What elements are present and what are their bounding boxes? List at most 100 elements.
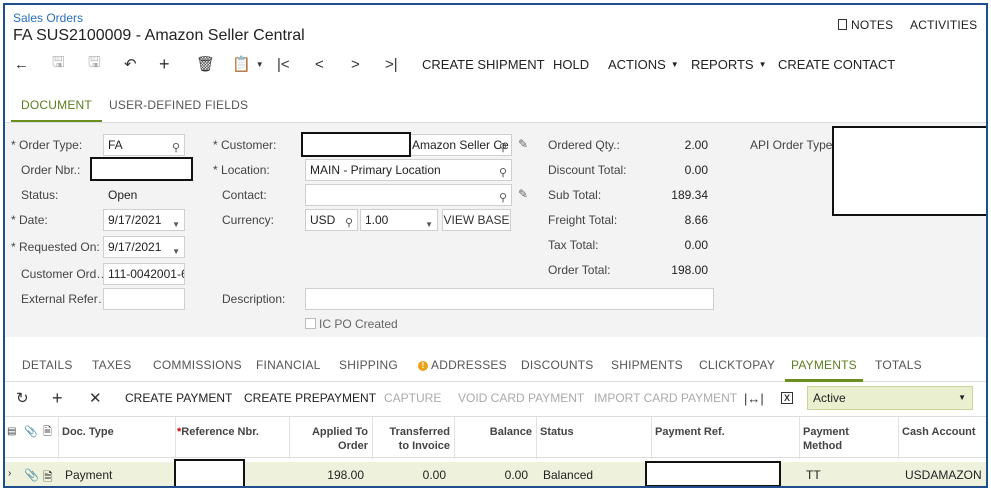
add-icon[interactable]: + xyxy=(159,51,170,77)
breadcrumb[interactable]: Sales Orders xyxy=(13,11,83,25)
row-selector-icon[interactable]: ▤ xyxy=(7,425,16,439)
cell-applied-to-order[interactable]: 198.00 xyxy=(293,468,364,482)
cell-payment-method[interactable]: TT xyxy=(806,468,821,482)
copy-paste-icon[interactable]: 📋 ▼ xyxy=(232,51,264,77)
add-row-icon[interactable]: + xyxy=(52,385,63,411)
ic-po-created-checkbox[interactable] xyxy=(305,318,316,329)
import-card-payment-button[interactable]: IMPORT CARD PAYMENT xyxy=(594,385,737,411)
order-nbr-label: Order Nbr.: xyxy=(21,163,81,177)
search-icon[interactable]: ⚲ xyxy=(499,163,507,180)
external-ref-field[interactable] xyxy=(103,288,185,310)
api-order-type-redacted xyxy=(832,126,986,216)
col-balance[interactable]: Balance xyxy=(457,425,532,439)
notes-button[interactable]: NOTES xyxy=(838,18,893,32)
chevron-down-icon[interactable]: ▼ xyxy=(425,215,433,230)
delete-row-icon[interactable]: ✕ xyxy=(89,385,102,411)
order-type-label: * Order Type: xyxy=(11,138,83,152)
cell-balance[interactable]: 0.00 xyxy=(457,468,528,482)
tab-taxes[interactable]: TAXES xyxy=(92,352,131,382)
void-card-payment-button[interactable]: VOID CARD PAYMENT xyxy=(458,385,584,411)
currency-field[interactable]: USD ⚲ xyxy=(305,209,358,231)
create-contact-button[interactable]: CREATE CONTACT xyxy=(778,51,895,77)
note-icon[interactable]: 🗎 xyxy=(43,468,53,486)
reports-menu[interactable]: REPORTS ▼ xyxy=(691,51,767,77)
col-status[interactable]: Status xyxy=(540,425,574,439)
col-reference-nbr[interactable]: *Reference Nbr. xyxy=(177,425,259,439)
next-record-icon[interactable]: > xyxy=(351,51,360,77)
customer-ord-label: Customer Ord… xyxy=(21,267,109,281)
undo-icon[interactable]: ↶ xyxy=(124,51,137,77)
col-payment-method[interactable]: Payment Method xyxy=(803,425,849,453)
create-payment-button[interactable]: CREATE PAYMENT xyxy=(125,385,232,411)
previous-record-icon[interactable]: < xyxy=(315,51,324,77)
view-base-button[interactable]: VIEW BASE xyxy=(442,209,511,231)
customer-id-redacted xyxy=(301,132,411,157)
col-doc-type[interactable]: Doc. Type xyxy=(62,425,114,439)
tab-discounts[interactable]: DISCOUNTS xyxy=(521,352,593,382)
filter-select[interactable]: Active ▼ xyxy=(807,386,973,410)
customer-ord-field[interactable]: 111-0042001-6 xyxy=(103,263,185,285)
last-record-icon[interactable]: >| xyxy=(385,51,398,77)
page-title: FA SUS2100009 - Amazon Seller Central xyxy=(13,27,305,44)
save-icon[interactable]: 🖫 xyxy=(52,51,65,77)
tab-commissions[interactable]: COMMISSIONS xyxy=(153,352,242,382)
cell-cash-account[interactable]: USDAMAZON xyxy=(905,468,982,482)
back-icon[interactable]: ← xyxy=(14,51,29,77)
tab-addresses[interactable]: ! ADDRESSES xyxy=(418,352,507,382)
order-type-field[interactable]: FA ⚲ xyxy=(103,134,185,156)
chevron-down-icon[interactable]: ▼ xyxy=(172,242,180,257)
table-row[interactable]: › 📎 🗎 Payment 198.00 0.00 0.00 Balanced … xyxy=(5,459,986,486)
attachment-icon[interactable]: 📎 xyxy=(24,468,39,482)
edit-pencil-icon[interactable]: ✎ xyxy=(518,187,528,201)
contact-field[interactable]: ⚲ xyxy=(305,184,512,206)
export-excel-icon[interactable]: X xyxy=(781,385,793,411)
create-prepayment-button[interactable]: CREATE PREPAYMENT xyxy=(244,385,376,411)
row-expand-icon[interactable]: › xyxy=(8,468,11,479)
tab-shipping[interactable]: SHIPPING xyxy=(339,352,398,382)
currency-rate-field[interactable]: 1.00 ▼ xyxy=(360,209,438,231)
tab-user-defined-fields[interactable]: USER-DEFINED FIELDS xyxy=(109,93,248,123)
cell-status[interactable]: Balanced xyxy=(543,468,593,482)
first-record-icon[interactable]: |< xyxy=(277,51,290,77)
currency-label: Currency: xyxy=(222,213,275,227)
reference-nbr-redacted[interactable] xyxy=(174,459,245,486)
tab-shipments[interactable]: SHIPMENTS xyxy=(611,352,683,382)
tab-payments[interactable]: PAYMENTS xyxy=(785,352,863,382)
chevron-down-icon[interactable]: ▼ xyxy=(172,215,180,230)
search-icon[interactable]: ⚲ xyxy=(499,138,507,155)
tab-financial[interactable]: FINANCIAL xyxy=(256,352,320,382)
col-payment-ref[interactable]: Payment Ref. xyxy=(655,425,725,439)
activities-button[interactable]: ACTIVITIES xyxy=(910,18,977,32)
tab-details[interactable]: DETAILS xyxy=(22,352,73,382)
refresh-icon[interactable]: ↻ xyxy=(16,385,29,411)
location-field[interactable]: MAIN - Primary Location ⚲ xyxy=(305,159,512,181)
search-icon[interactable]: ⚲ xyxy=(345,213,353,230)
col-applied-to-order[interactable]: Applied To Order xyxy=(293,425,368,453)
date-field[interactable]: 9/17/2021 ▼ xyxy=(103,209,185,231)
tab-document[interactable]: DOCUMENT xyxy=(11,93,102,123)
contact-label: Contact: xyxy=(222,188,267,202)
cell-doc-type[interactable]: Payment xyxy=(65,468,112,482)
search-icon[interactable]: ⚲ xyxy=(172,138,180,155)
fit-columns-icon[interactable]: |↔| xyxy=(744,385,764,411)
requested-on-field[interactable]: 9/17/2021 ▼ xyxy=(103,236,185,258)
payment-ref-redacted[interactable] xyxy=(645,461,781,486)
capture-button[interactable]: CAPTURE xyxy=(384,385,441,411)
tab-clicktopay[interactable]: CLICKTOPAY xyxy=(699,352,775,382)
col-cash-account[interactable]: Cash Account xyxy=(902,425,976,439)
hold-button[interactable]: HOLD xyxy=(553,51,589,77)
col-transferred-to-invoice[interactable]: Transferred to Invoice xyxy=(375,425,450,453)
discount-total-label: Discount Total: xyxy=(548,163,627,177)
delete-icon[interactable]: 🗑 xyxy=(196,51,215,77)
actions-label: ACTIONS xyxy=(608,56,666,72)
tab-totals[interactable]: TOTALS xyxy=(875,352,922,382)
edit-pencil-icon[interactable]: ✎ xyxy=(518,137,528,151)
cell-transferred[interactable]: 0.00 xyxy=(375,468,446,482)
order-nbr-field-redacted[interactable] xyxy=(90,157,193,181)
save-close-icon[interactable]: 🖫 xyxy=(88,51,101,77)
create-shipment-button[interactable]: CREATE SHIPMENT xyxy=(422,51,545,77)
actions-menu[interactable]: ACTIONS ▼ xyxy=(608,51,679,77)
description-field[interactable] xyxy=(305,288,714,310)
search-icon[interactable]: ⚲ xyxy=(499,188,507,205)
chevron-down-icon: ▼ xyxy=(670,59,679,69)
